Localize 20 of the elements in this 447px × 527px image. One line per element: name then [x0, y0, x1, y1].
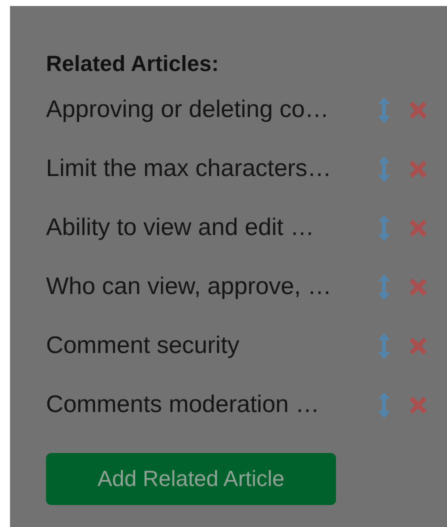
remove-icon[interactable]	[408, 336, 428, 356]
move-icon[interactable]	[377, 96, 391, 124]
article-title[interactable]: Approving or deleting co…	[46, 96, 377, 124]
article-title[interactable]: Comment security	[46, 332, 377, 360]
remove-icon[interactable]	[408, 218, 428, 238]
move-icon[interactable]	[377, 332, 391, 360]
article-title[interactable]: Limit the max characters…	[46, 155, 377, 183]
move-icon[interactable]	[377, 273, 391, 301]
remove-icon[interactable]	[408, 159, 428, 179]
remove-icon[interactable]	[408, 277, 428, 297]
move-icon[interactable]	[377, 214, 391, 242]
move-icon[interactable]	[377, 155, 391, 183]
article-title[interactable]: Who can view, approve, …	[46, 273, 377, 301]
remove-icon[interactable]	[408, 395, 428, 415]
remove-icon[interactable]	[408, 100, 428, 120]
move-icon[interactable]	[377, 391, 391, 419]
add-related-article-button[interactable]: Add Related Article	[46, 453, 336, 505]
section-heading: Related Articles:	[46, 50, 220, 78]
article-title[interactable]: Comments moderation …	[46, 391, 377, 419]
article-title[interactable]: Ability to view and edit …	[46, 214, 377, 242]
